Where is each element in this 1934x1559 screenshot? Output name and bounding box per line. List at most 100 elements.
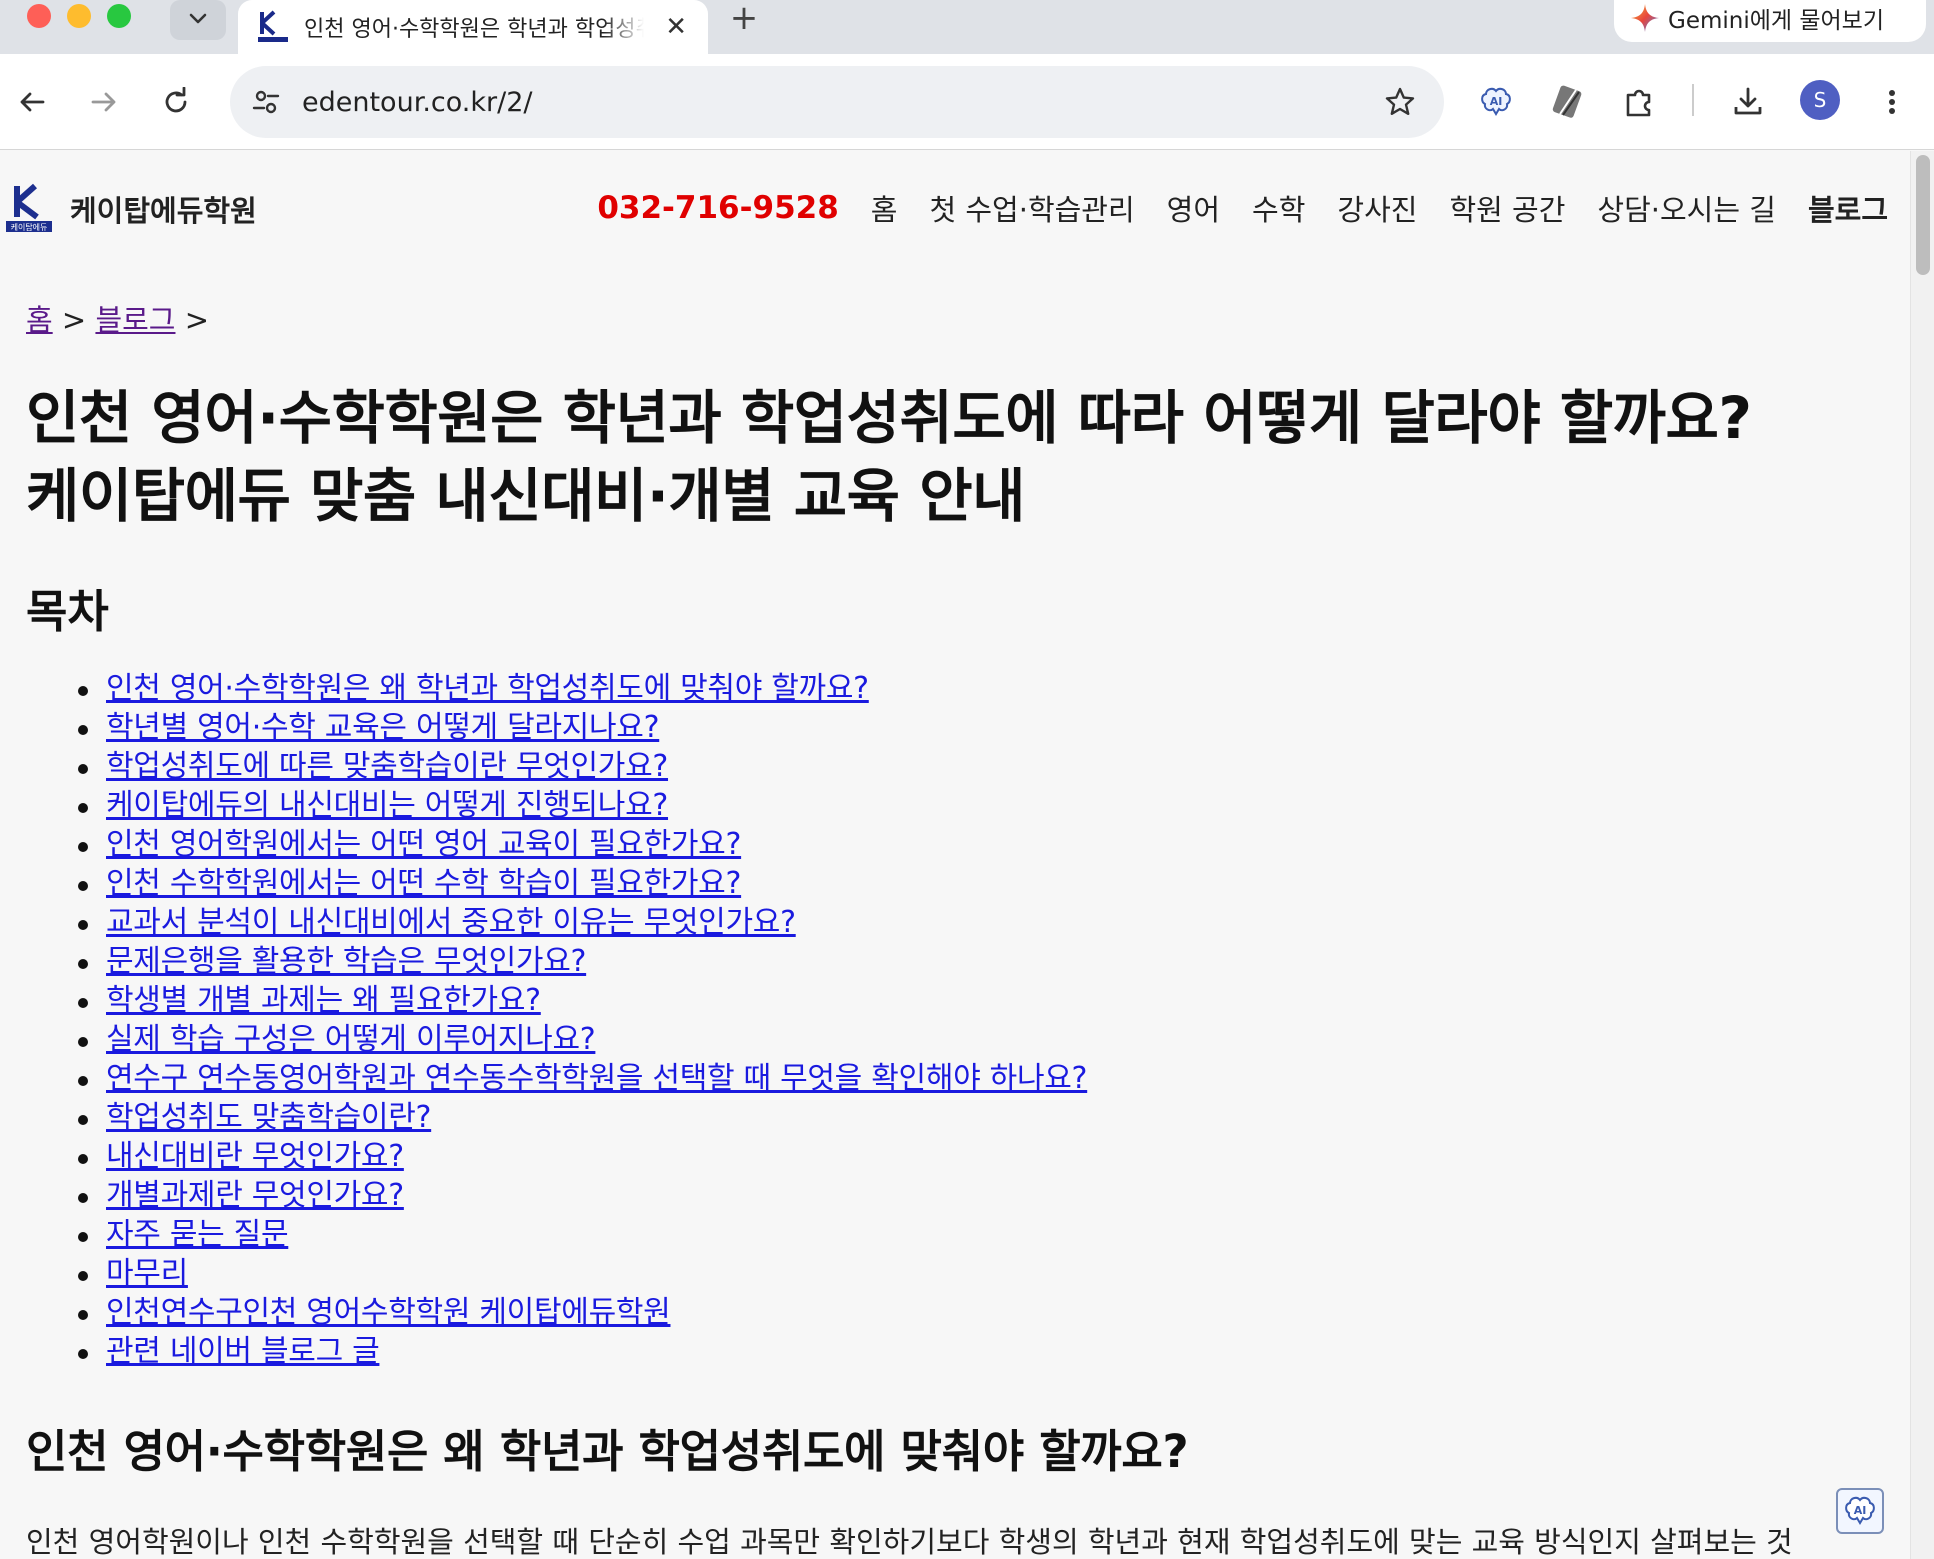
nav-item-first-class[interactable]: 첫 수업·학습관리	[929, 187, 1134, 229]
toc-item: 자주 묻는 질문	[77, 1215, 1087, 1254]
toc-link[interactable]: 관련 네이버 블로그 글	[106, 1334, 380, 1369]
download-icon	[1734, 87, 1762, 115]
breadcrumb-separator: >	[175, 303, 210, 337]
web-page: 케이탑에듀 케이탑에듀학원 032-716-9528 홈 첫 수업·학습관리 영…	[0, 151, 1910, 1559]
ai-assistant-icon: AI	[1845, 1496, 1875, 1525]
toc-item: 케이탑에듀의 내신대비는 어떻게 진행되나요?	[77, 786, 1087, 825]
toc-link[interactable]: 문제은행을 활용한 학습은 무엇인가요?	[106, 944, 586, 979]
page-title: 인천 영어·수학학원은 학년과 학업성취도에 따라 어떻게 달라야 할까요? 케…	[26, 379, 1886, 535]
scrollbar-thumb[interactable]	[1916, 155, 1930, 275]
toc-link[interactable]: 교과서 분석이 내신대비에서 중요한 이유는 무엇인가요?	[106, 905, 796, 940]
breadcrumb-blog-link[interactable]: 블로그	[95, 303, 175, 337]
toc-link[interactable]: 인천 수학학원에서는 어떤 수학 학습이 필요한가요?	[106, 866, 741, 901]
toc-item: 인천연수구인천 영어수학학원 케이탑에듀학원	[77, 1293, 1087, 1332]
phone-number[interactable]: 032-716-9528	[597, 190, 838, 226]
svg-text:AI: AI	[1490, 95, 1503, 108]
profile-avatar[interactable]: S	[1800, 80, 1840, 120]
toc-link[interactable]: 학업성취도에 따른 맞춤학습이란 무엇인가요?	[106, 749, 668, 784]
brand-name: 케이탑에듀학원	[70, 194, 257, 228]
reload-button[interactable]	[152, 78, 200, 126]
nav-item-math[interactable]: 수학	[1252, 187, 1305, 229]
pen-extension-icon	[1552, 85, 1582, 118]
brand-link[interactable]: 케이탑에듀 케이탑에듀학원	[4, 183, 257, 235]
back-button[interactable]	[8, 78, 56, 126]
site-settings-icon[interactable]	[246, 82, 286, 122]
bookmark-star-icon[interactable]	[1380, 82, 1420, 122]
toc-link[interactable]: 인천연수구인천 영어수학학원 케이탑에듀학원	[106, 1295, 671, 1330]
nav-item-space[interactable]: 학원 공간	[1449, 187, 1565, 229]
toc-heading: 목차	[26, 585, 109, 638]
url-text[interactable]: edentour.co.kr/2/	[302, 87, 532, 118]
address-bar[interactable]: edentour.co.kr/2/	[230, 66, 1444, 138]
browser-toolbar: edentour.co.kr/2/ AI S	[0, 54, 1934, 150]
pen-extension-button[interactable]	[1544, 78, 1592, 126]
nav-item-contact[interactable]: 상담·오시는 길	[1597, 187, 1776, 229]
nav-item-english[interactable]: 영어	[1167, 187, 1220, 229]
page-title-line-2: 케이탑에듀 맞춤 내신대비·개별 교육 안내	[26, 462, 1025, 530]
toc-item: 학업성취도 맞춤학습이란?	[77, 1098, 1087, 1137]
toc-item: 연수구 연수동영어학원과 연수동수학학원을 선택할 때 무엇을 확인해야 하나요…	[77, 1059, 1087, 1098]
breadcrumb-separator: >	[52, 303, 96, 337]
toc-link[interactable]: 학업성취도 맞춤학습이란?	[106, 1100, 431, 1135]
svg-text:AI: AI	[1854, 1504, 1867, 1517]
section-body-text: 인천 영어학원이나 인천 수학학원을 선택할 때 단순히 수업 과목만 확인하기…	[26, 1525, 1793, 1559]
main-nav: 032-716-9528 홈 첫 수업·학습관리 영어 수학 강사진 학원 공간…	[597, 187, 1888, 229]
toc-item: 내신대비란 무엇인가요?	[77, 1137, 1087, 1176]
toc-item: 인천 영어학원에서는 어떤 영어 교육이 필요한가요?	[77, 825, 1087, 864]
logo-caption: 케이탑에듀	[11, 222, 48, 232]
toc-item: 인천 영어·수학학원은 왜 학년과 학업성취도에 맞춰야 할까요?	[77, 669, 1087, 708]
toc-link[interactable]: 인천 영어·수학학원은 왜 학년과 학업성취도에 맞춰야 할까요?	[106, 671, 869, 706]
toc-link[interactable]: 개별과제란 무엇인가요?	[106, 1178, 404, 1213]
ai-extension-icon: AI	[1481, 87, 1511, 116]
toc-link[interactable]: 케이탑에듀의 내신대비는 어떻게 진행되나요?	[106, 788, 668, 823]
more-menu-button[interactable]	[1868, 78, 1916, 126]
site-logo: 케이탑에듀	[4, 183, 54, 235]
tab-strip: 인천 영어·수학학원은 학년과 학업성취도에 따라 어떻게 ✕ + Gemini…	[0, 0, 1934, 54]
toc-item: 관련 네이버 블로그 글	[77, 1332, 1087, 1371]
breadcrumb-home-link[interactable]: 홈	[26, 303, 53, 337]
tab-close-button[interactable]: ✕	[662, 12, 690, 42]
extensions-puzzle-icon	[1626, 89, 1651, 117]
nav-item-home[interactable]: 홈	[871, 187, 898, 229]
new-tab-button[interactable]: +	[724, 0, 764, 38]
nav-item-blog[interactable]: 블로그	[1808, 187, 1888, 229]
toc-link[interactable]: 학생별 개별 과제는 왜 필요한가요?	[106, 983, 541, 1018]
extensions-button[interactable]	[1616, 78, 1664, 126]
toc-item: 학년별 영어·수학 교육은 어떻게 달라지나요?	[77, 708, 1087, 747]
reload-icon	[165, 87, 187, 113]
toc-link[interactable]: 마무리	[106, 1256, 188, 1291]
back-icon	[20, 92, 45, 112]
toc-link[interactable]: 자주 묻는 질문	[106, 1217, 289, 1252]
breadcrumb: 홈 > 블로그 >	[26, 297, 209, 339]
gemini-sparkle-icon	[1631, 4, 1659, 32]
forward-button[interactable]	[80, 78, 128, 126]
toc-item: 실제 학습 구성은 어떻게 이루어지나요?	[77, 1020, 1087, 1059]
more-menu-icon	[1889, 90, 1895, 114]
ai-assistant-button[interactable]: AI	[1836, 1488, 1884, 1534]
toolbar-separator	[1692, 84, 1694, 116]
toc-item: 문제은행을 활용한 학습은 무엇인가요?	[77, 942, 1087, 981]
page-scrollbar[interactable]	[1910, 151, 1934, 1559]
toc-item: 개별과제란 무엇인가요?	[77, 1176, 1087, 1215]
site-header: 케이탑에듀 케이탑에듀학원 032-716-9528 홈 첫 수업·학습관리 영…	[0, 151, 1910, 261]
toc-link[interactable]: 학년별 영어·수학 교육은 어떻게 달라지나요?	[106, 710, 660, 745]
active-tab[interactable]: 인천 영어·수학학원은 학년과 학업성취도에 따라 어떻게 ✕	[238, 0, 708, 54]
window-zoom-button[interactable]	[107, 4, 131, 28]
window-close-button[interactable]	[27, 4, 51, 28]
downloads-button[interactable]	[1724, 78, 1772, 126]
toc-link[interactable]: 실제 학습 구성은 어떻게 이루어지나요?	[106, 1022, 596, 1057]
nav-item-teachers[interactable]: 강사진	[1337, 187, 1417, 229]
toc-link[interactable]: 내신대비란 무엇인가요?	[106, 1139, 404, 1174]
page-title-line-1: 인천 영어·수학학원은 학년과 학업성취도에 따라 어떻게 달라야 할까요?	[26, 384, 1752, 452]
toc-link[interactable]: 연수구 연수동영어학원과 연수동수학학원을 선택할 때 무엇을 확인해야 하나요…	[106, 1061, 1087, 1096]
toc-link[interactable]: 인천 영어학원에서는 어떤 영어 교육이 필요한가요?	[106, 827, 741, 862]
tab-title: 인천 영어·수학학원은 학년과 학업성취도에 따라 어떻게	[304, 17, 644, 42]
site-favicon	[256, 10, 290, 44]
section-heading: 인천 영어·수학학원은 왜 학년과 학업성취도에 맞춰야 할까요?	[26, 1425, 1189, 1478]
gemini-button[interactable]: Gemini에게 물어보기	[1614, 0, 1926, 42]
toc-item: 학업성취도에 따른 맞춤학습이란 무엇인가요?	[77, 747, 1087, 786]
tab-list-button[interactable]	[170, 0, 226, 40]
window-minimize-button[interactable]	[67, 4, 91, 28]
ai-extension-button[interactable]: AI	[1472, 78, 1520, 126]
toc-item: 마무리	[77, 1254, 1087, 1293]
